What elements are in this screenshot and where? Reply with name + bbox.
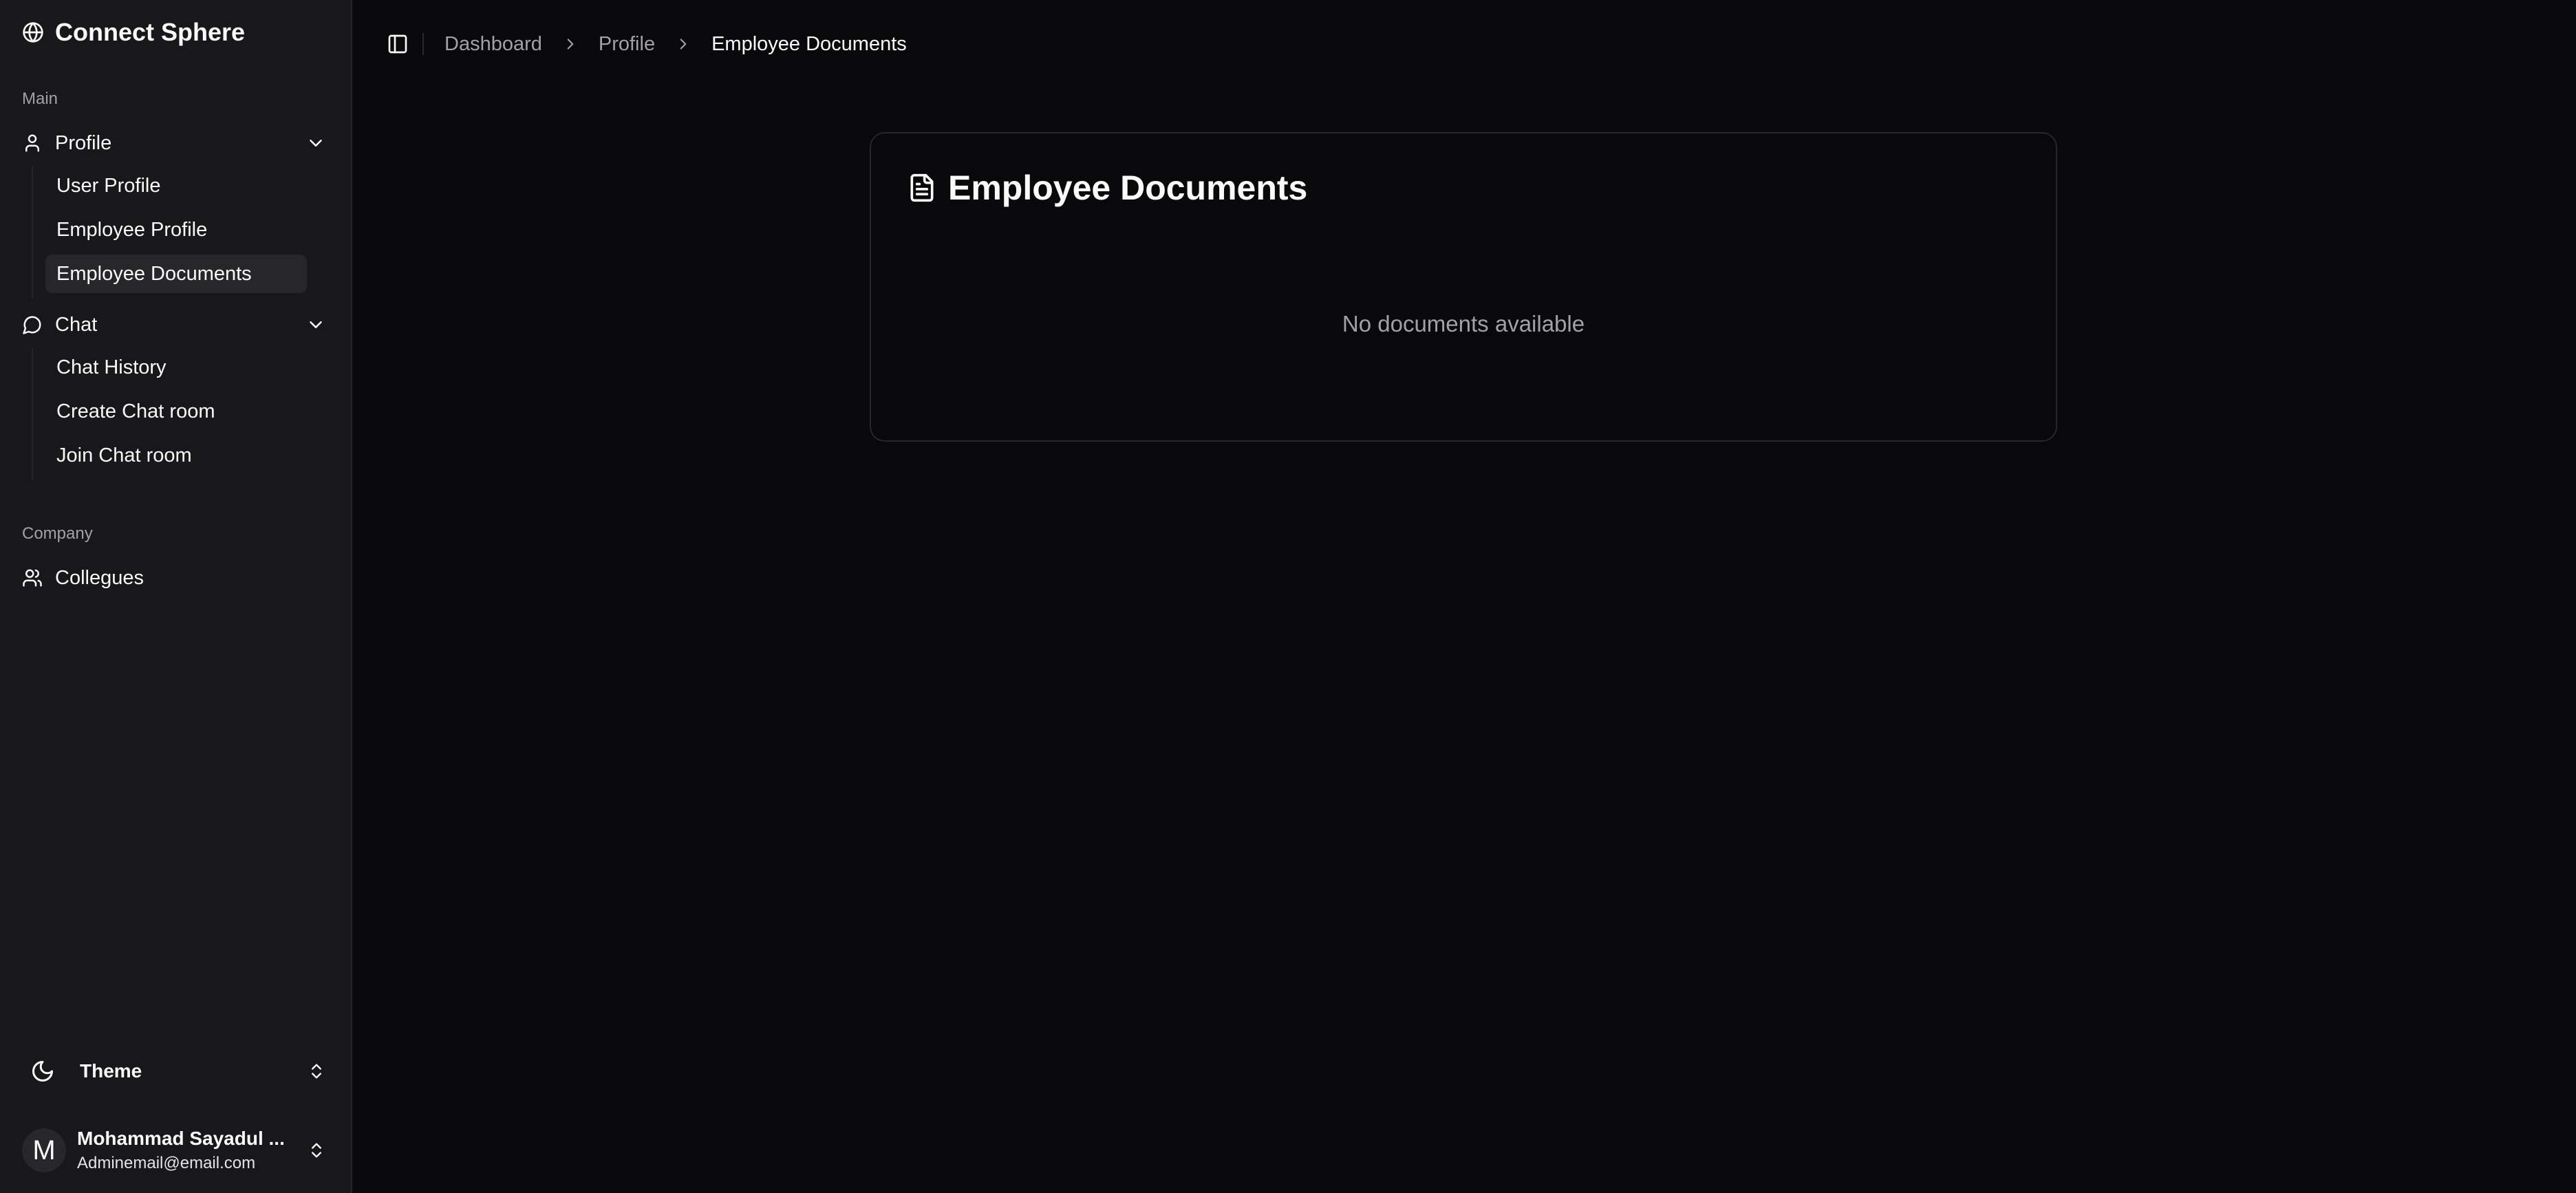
sidebar-item-employee-profile[interactable]: Employee Profile xyxy=(45,211,307,249)
breadcrumb-profile[interactable]: Profile xyxy=(599,33,655,56)
sidebar-item-collegues[interactable]: Collegues xyxy=(11,557,337,599)
brand-name: Connect Sphere xyxy=(55,18,246,46)
profile-submenu: User Profile Employee Profile Employee D… xyxy=(32,166,307,299)
documents-card: Employee Documents No documents availabl… xyxy=(870,132,2057,442)
breadcrumb: Dashboard Profile Employee Documents xyxy=(444,33,907,56)
sidebar-item-user-profile[interactable]: User Profile xyxy=(45,166,307,205)
page-title: Employee Documents xyxy=(948,169,1308,207)
theme-label: Theme xyxy=(80,1060,142,1082)
empty-state-message: No documents available xyxy=(1342,311,1585,336)
sidebar-group-label-main: Main xyxy=(22,89,58,108)
sidebar-item-employee-documents[interactable]: Employee Documents xyxy=(45,255,307,293)
chevron-down-icon[interactable] xyxy=(305,133,326,153)
topbar: Dashboard Profile Employee Documents xyxy=(352,0,2576,88)
user-menu[interactable]: M Mohammad Sayadul ... Adminemail@email.… xyxy=(11,1123,337,1178)
topbar-divider xyxy=(422,33,424,55)
file-text-icon xyxy=(910,173,934,202)
chevron-down-icon[interactable] xyxy=(305,314,326,335)
sidebar-toggle-button[interactable] xyxy=(376,22,420,66)
chevrons-up-down-icon xyxy=(312,1143,321,1158)
breadcrumb-dashboard[interactable]: Dashboard xyxy=(444,33,542,56)
sidebar-item-label: Profile xyxy=(55,131,112,154)
brand[interactable]: Connect Sphere xyxy=(22,18,245,47)
main-content: Dashboard Profile Employee Documents Emp… xyxy=(352,0,2576,1193)
sidebar-item-create-chat-room[interactable]: Create Chat room xyxy=(45,392,307,431)
sidebar: Connect Sphere Main Profile User Profile… xyxy=(0,0,352,1193)
globe-icon xyxy=(23,22,43,43)
sidebar-item-chat[interactable]: Chat xyxy=(11,304,337,345)
user-email: Adminemail@email.com xyxy=(77,1154,256,1172)
sidebar-item-label: Collegues xyxy=(55,566,144,589)
user-icon xyxy=(25,134,39,152)
sidebar-item-join-chat-room[interactable]: Join Chat room xyxy=(45,436,307,475)
message-circle-icon xyxy=(23,316,41,334)
sidebar-item-profile[interactable]: Profile xyxy=(11,122,337,164)
user-name: Mohammad Sayadul ... xyxy=(77,1128,285,1149)
card-header: Employee Documents xyxy=(907,168,1307,208)
sidebar-item-chat-history[interactable]: Chat History xyxy=(45,348,307,387)
chevron-right-icon xyxy=(680,39,687,50)
breadcrumb-current-page: Employee Documents xyxy=(711,32,907,55)
user-info: Mohammad Sayadul ... Adminemail@email.co… xyxy=(77,1128,307,1173)
theme-switcher[interactable]: Theme xyxy=(11,1047,337,1095)
chat-submenu: Chat History Create Chat room Join Chat … xyxy=(32,348,307,480)
chevron-right-icon xyxy=(567,39,574,50)
avatar: M xyxy=(22,1128,66,1172)
sidebar-group-label-company: Company xyxy=(22,524,93,543)
app-root: Connect Sphere Main Profile User Profile… xyxy=(0,0,2576,1193)
sidebar-item-label: Chat xyxy=(55,313,98,336)
chevrons-up-down-icon xyxy=(312,1064,321,1079)
users-icon xyxy=(23,569,42,587)
panel-left-icon xyxy=(388,34,407,54)
moon-icon xyxy=(32,1061,53,1082)
